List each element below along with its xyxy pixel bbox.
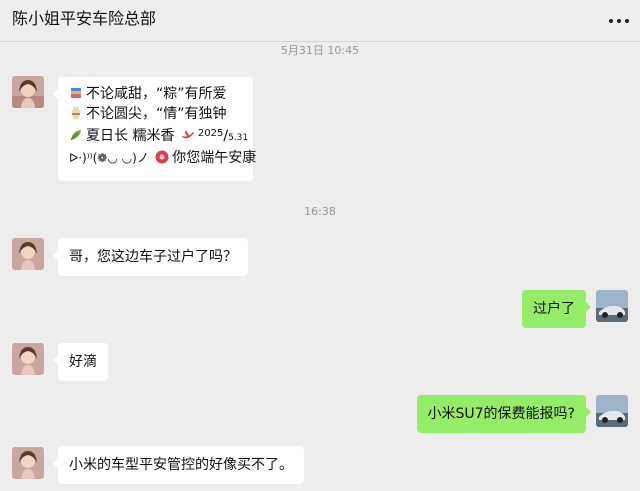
message-bubble[interactable]: 小米的车型平安管控的好像买不了。 bbox=[53, 446, 304, 484]
timestamp: 5月31日 10:45 bbox=[280, 44, 360, 57]
contact-avatar[interactable] bbox=[12, 447, 44, 479]
contact-avatar[interactable] bbox=[12, 238, 44, 270]
more-dots-icon[interactable] bbox=[608, 12, 630, 30]
chat-title: 陈小姐平安车险总部 bbox=[12, 9, 157, 28]
greeting-line-3: 夏日长 糯米香 2025/5.31 bbox=[69, 124, 248, 148]
message-bubble-greeting[interactable]: 不论咸甜，“粽”有所爱 不论圆尖，“情”有独钟 夏日长 糯米香 2025/5.3… bbox=[53, 77, 257, 181]
user-avatar[interactable] bbox=[596, 290, 628, 322]
milk-tea-icon bbox=[71, 88, 81, 98]
contact-avatar[interactable] bbox=[12, 343, 44, 375]
user-avatar[interactable] bbox=[596, 395, 628, 427]
cup-icon bbox=[72, 107, 80, 119]
message-bubble-self[interactable]: 过户了 bbox=[522, 290, 591, 328]
greeting-line-4: ᐅ·)⁾⁾(❁◡ ◡)ノ 你您端午安康 bbox=[69, 150, 257, 166]
greeting-line-2: 不论圆尖，“情”有独钟 bbox=[69, 104, 242, 124]
contact-avatar[interactable] bbox=[12, 76, 44, 108]
timestamp: 16:38 bbox=[304, 205, 336, 218]
flower-icon bbox=[155, 150, 169, 164]
greeting-line-1: 不论咸甜，“粽”有所爱 bbox=[69, 84, 242, 104]
message-bubble[interactable]: 好滴 bbox=[53, 343, 108, 381]
dragon-boat-icon bbox=[181, 130, 194, 139]
message-bubble-self[interactable]: 小米SU7的保费能报吗? bbox=[416, 395, 592, 433]
message-bubble[interactable]: 哥，您这边车子过户了吗？ bbox=[53, 238, 248, 276]
chat-header: 陈小姐平安车险总部 bbox=[0, 0, 640, 42]
leaf-icon bbox=[70, 130, 81, 141]
